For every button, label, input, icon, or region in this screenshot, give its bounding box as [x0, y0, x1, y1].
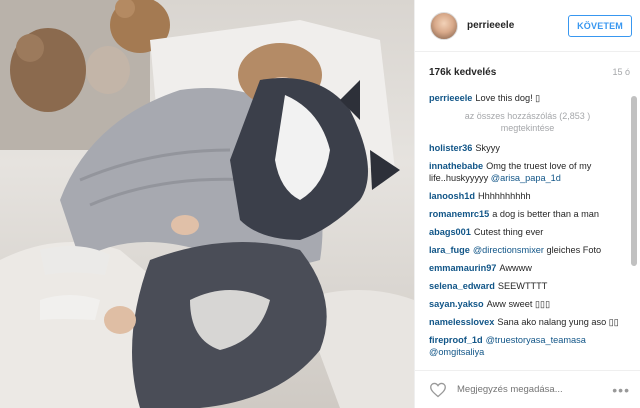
instagram-post-modal: perrieeele KÖVETEM 176k kedvelés 15 ó pe… [0, 0, 640, 408]
comment-username[interactable]: sayan.yakso [429, 299, 484, 309]
comment-username[interactable]: lara_fuge [429, 245, 470, 255]
comment-username[interactable]: emmamaurin97 [429, 263, 496, 273]
comment-text: SEEWTTTT [497, 281, 548, 291]
caption-username[interactable]: perrieeele [429, 93, 472, 103]
comment-row: holister36 Skyyy [429, 142, 626, 154]
caption: perrieeele Love this dog! ▯ [429, 92, 626, 104]
comment-rows: holister36 Skyyy innathebabe Omg the truest… [429, 142, 626, 358]
comment-username[interactable]: lanoosh1d [429, 191, 475, 201]
comment-username[interactable]: abags001 [429, 227, 471, 237]
comment-text: Sana ako nalang yung aso ▯▯ [497, 317, 619, 327]
comment-row: romanemrc15 a dog is better than a man [429, 208, 626, 220]
comment-text: Cutest thing ever [473, 227, 544, 237]
post-username[interactable]: perrieeele [467, 20, 568, 31]
comment-username[interactable]: namelesslovex [429, 317, 494, 327]
post-photo[interactable] [0, 0, 414, 408]
comment-text: gleiches Foto [543, 245, 602, 255]
comment-input[interactable] [457, 384, 613, 395]
comment-row: innathebabe Omg the truest love of my lif… [429, 160, 626, 184]
comment-row: selena_edward SEEWTTTT [429, 280, 626, 292]
like-count[interactable]: 176k kedvelés [429, 67, 496, 78]
comment-list: perrieeele Love this dog! ▯ az összes hoz… [415, 92, 640, 370]
comment-username[interactable]: romanemrc15 [429, 209, 489, 219]
post-time[interactable]: 15 ó [612, 67, 630, 77]
comment-row: lanoosh1d Hhhhhhhhhh [429, 190, 626, 202]
comment-text: Awwww [499, 263, 532, 273]
comment-username[interactable]: selena_edward [429, 281, 495, 291]
comment-row: abags001 Cutest thing ever [429, 226, 626, 238]
comment-text: Skyyy [475, 143, 500, 153]
comment-row: sayan.yakso Aww sweet ▯▯▯ [429, 298, 626, 310]
more-options-icon[interactable]: ••• [612, 382, 630, 398]
avatar[interactable] [430, 11, 458, 40]
post-header: perrieeele KÖVETEM [415, 0, 640, 52]
comment-text: a dog is better than a man [492, 209, 600, 219]
comment-mention[interactable]: @arisa_papa_1d [491, 173, 561, 183]
comment-row: emmamaurin97 Awwww [429, 262, 626, 274]
comment-username[interactable]: holister36 [429, 143, 472, 153]
load-more-comments[interactable]: az összes hozzászólás (2,853 ) megtekint… [429, 110, 626, 134]
post-sidebar: perrieeele KÖVETEM 176k kedvelés 15 ó pe… [414, 0, 640, 408]
comment-text: Hhhhhhhhhh [477, 191, 531, 201]
caption-text: Love this dog! ▯ [475, 93, 541, 103]
scrollbar-thumb[interactable] [631, 96, 637, 266]
comment-username[interactable]: innathebabe [429, 161, 483, 171]
follow-button[interactable]: KÖVETEM [568, 14, 632, 37]
comment-row: fireproof_1d @truestoryasa_teamasa @omgit… [429, 334, 626, 358]
post-meta: 176k kedvelés 15 ó [415, 52, 640, 92]
photo-illustration [0, 0, 414, 408]
comment-mention[interactable]: @directionsmixer [473, 245, 544, 255]
comment-username[interactable]: fireproof_1d [429, 335, 483, 345]
comment-row: namelesslovex Sana ako nalang yung aso ▯▯ [429, 316, 626, 328]
comment-row: lara_fuge @directionsmixer gleiches Foto [429, 244, 626, 256]
heart-outline-icon[interactable] [429, 382, 447, 398]
scrollbar[interactable] [631, 94, 637, 368]
comment-text: Aww sweet ▯▯▯ [486, 299, 551, 309]
comment-bar: ••• [415, 370, 640, 408]
